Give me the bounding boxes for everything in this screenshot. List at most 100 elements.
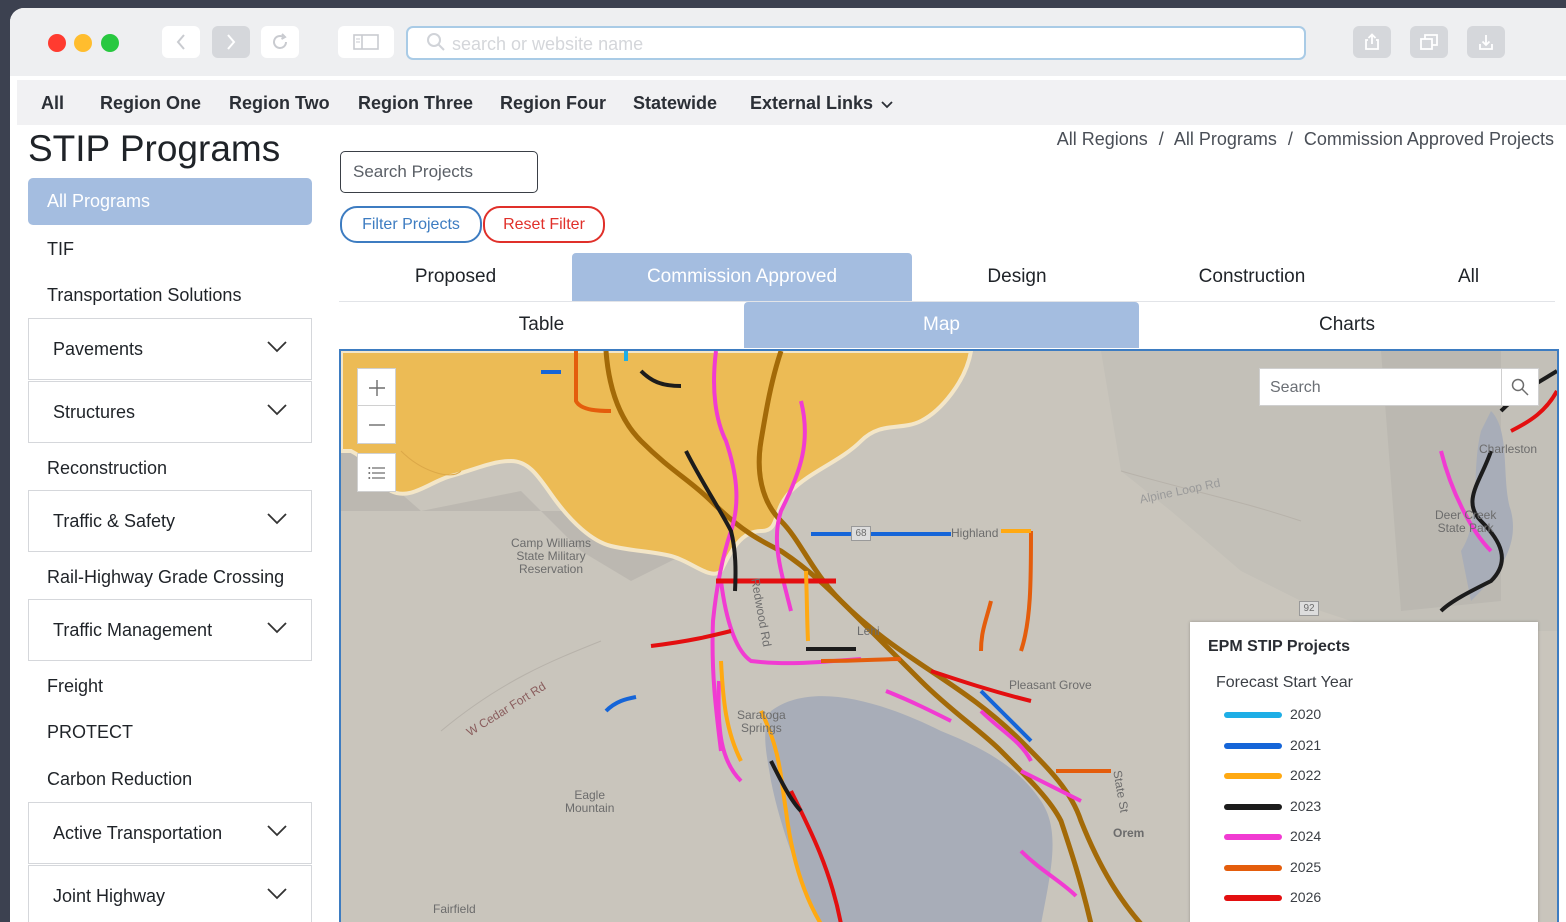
map-search-button[interactable] — [1501, 368, 1539, 406]
address-bar[interactable] — [406, 26, 1306, 60]
tab-construction[interactable]: Construction — [1122, 253, 1382, 301]
sidebar-item-traffic-management[interactable]: Traffic Management — [28, 599, 312, 661]
sidebar-item-traffic-safety[interactable]: Traffic & Safety — [28, 490, 312, 552]
nav-statewide[interactable]: Statewide — [633, 93, 717, 114]
legend-year-label: 2022 — [1290, 767, 1322, 783]
sidebar-item-rail-highway[interactable]: Rail-Highway Grade Crossing — [47, 567, 284, 588]
sidebar-item-freight[interactable]: Freight — [47, 676, 103, 697]
search-projects-input[interactable] — [351, 160, 533, 184]
zoom-out-button[interactable] — [357, 405, 396, 444]
chevron-down-icon — [267, 825, 287, 837]
download-button[interactable] — [1467, 26, 1505, 58]
map-label-saratoga-springs: Saratoga Springs — [737, 708, 786, 735]
browser-titlebar — [10, 8, 1566, 76]
region-nav: All Region One Region Two Region Three R… — [17, 80, 1566, 125]
chevron-down-icon — [881, 101, 893, 109]
legend-year-label: 2025 — [1290, 858, 1322, 875]
reload-icon — [273, 33, 287, 49]
sidebar-item-label: Active Transportation — [53, 823, 223, 843]
chevron-right-icon — [227, 34, 236, 50]
map-search-input[interactable] — [1268, 377, 1492, 399]
maximize-window-button[interactable] — [101, 34, 119, 52]
legend-swatch — [1224, 895, 1282, 901]
legend-swatch — [1224, 742, 1282, 749]
breadcrumb-all-regions[interactable]: All Regions — [1057, 129, 1148, 149]
map-search-field[interactable] — [1259, 368, 1503, 406]
sidebar-item-tif[interactable]: TIF — [47, 239, 74, 260]
map-label-lehi: Lehi — [857, 624, 880, 638]
chevron-down-icon — [267, 513, 287, 525]
close-window-button[interactable] — [48, 34, 66, 52]
address-input[interactable] — [450, 31, 1274, 57]
nav-region-four[interactable]: Region Four — [500, 93, 606, 114]
tab-charts[interactable]: Charts — [1139, 302, 1555, 348]
tab-all[interactable]: All — [1382, 253, 1555, 301]
reload-button[interactable] — [261, 26, 299, 58]
browser-window: All Region One Region Two Region Three R… — [10, 8, 1566, 922]
tab-commission-approved[interactable]: Commission Approved — [572, 253, 912, 301]
sidebar-item-transportation-solutions[interactable]: Transportation Solutions — [47, 285, 241, 306]
nav-region-two[interactable]: Region Two — [229, 93, 330, 114]
map-legend: EPM STIP Projects Forecast Start Year 20… — [1190, 622, 1538, 922]
nav-all[interactable]: All — [41, 93, 64, 114]
sidebar-item-label: Traffic Management — [53, 620, 213, 640]
map-label-highland: Highland — [951, 526, 999, 540]
external-links-label: External Links — [750, 93, 874, 113]
sidebar-item-pavements[interactable]: Pavements — [28, 318, 312, 380]
sidebar-item-joint-highway[interactable]: Joint Highway — [28, 865, 312, 922]
chevron-down-icon — [267, 622, 287, 634]
back-button[interactable] — [162, 26, 200, 58]
legend-year-label: 2020 — [1290, 706, 1322, 722]
share-button[interactable] — [1353, 26, 1391, 58]
legend-swatch — [1224, 834, 1282, 840]
map-label-orem: Orem — [1113, 826, 1145, 840]
view-tabs: Table Map Charts — [339, 302, 1555, 348]
tabs-icon — [1420, 34, 1438, 50]
map-label-deer-creek: Deer Creek State Park — [1435, 508, 1497, 535]
sidebar-item-carbon-reduction[interactable]: Carbon Reduction — [47, 769, 192, 790]
sidebar-toggle-button[interactable] — [338, 26, 394, 58]
breadcrumb-all-programs[interactable]: All Programs — [1174, 129, 1277, 149]
sidebar-item-all-programs[interactable]: All Programs — [28, 178, 312, 225]
share-icon — [1365, 33, 1379, 50]
tabs-overview-button[interactable] — [1410, 26, 1448, 58]
nav-region-one[interactable]: Region One — [100, 93, 201, 114]
page-title: STIP Programs — [28, 128, 281, 169]
nav-region-three[interactable]: Region Three — [358, 93, 473, 114]
layer-list-button[interactable] — [357, 453, 396, 492]
breadcrumb-separator: / — [1158, 129, 1164, 149]
legend-year-label: 2023 — [1290, 797, 1322, 814]
chevron-down-icon — [267, 888, 287, 900]
map-shield-68: 68 — [851, 526, 871, 541]
sidebar-icon — [353, 34, 379, 50]
sidebar-item-label: Traffic & Safety — [53, 511, 176, 531]
project-map[interactable]: Camp Williams State Military Reservation H… — [339, 349, 1559, 922]
download-icon — [1479, 35, 1493, 50]
sidebar-item-structures[interactable]: Structures — [28, 381, 312, 443]
legend-year-label: 2026 — [1290, 889, 1322, 905]
sidebar-item-reconstruction[interactable]: Reconstruction — [47, 458, 167, 479]
tab-table[interactable]: Table — [339, 302, 744, 348]
map-label-fairfield: Fairfield — [433, 902, 476, 916]
map-label-charleston: Charleston — [1479, 442, 1538, 456]
filter-projects-button[interactable]: Filter Projects — [340, 206, 482, 243]
list-icon — [367, 466, 385, 479]
chevron-left-icon — [176, 34, 185, 50]
zoom-in-button[interactable] — [357, 368, 396, 407]
legend-subtitle: Forecast Start Year — [1216, 674, 1353, 691]
sidebar-item-active-transportation[interactable]: Active Transportation — [28, 802, 312, 864]
sidebar-item-label: Joint Highway — [53, 886, 166, 906]
tab-design[interactable]: Design — [912, 253, 1122, 301]
legend-swatch — [1224, 864, 1282, 871]
reset-filter-button[interactable]: Reset Filter — [483, 206, 605, 243]
sidebar-item-protect[interactable]: PROTECT — [47, 722, 133, 743]
nav-external-links[interactable]: External Links — [750, 93, 893, 114]
tab-map[interactable]: Map — [744, 302, 1139, 348]
search-projects-field[interactable] — [340, 151, 538, 193]
tab-proposed[interactable]: Proposed — [339, 253, 572, 301]
legend-title: EPM STIP Projects — [1208, 638, 1350, 655]
sidebar-item-label: Structures — [53, 402, 136, 422]
minimize-window-button[interactable] — [74, 34, 92, 52]
legend-year-label: 2021 — [1290, 736, 1322, 753]
forward-button[interactable] — [212, 26, 250, 58]
